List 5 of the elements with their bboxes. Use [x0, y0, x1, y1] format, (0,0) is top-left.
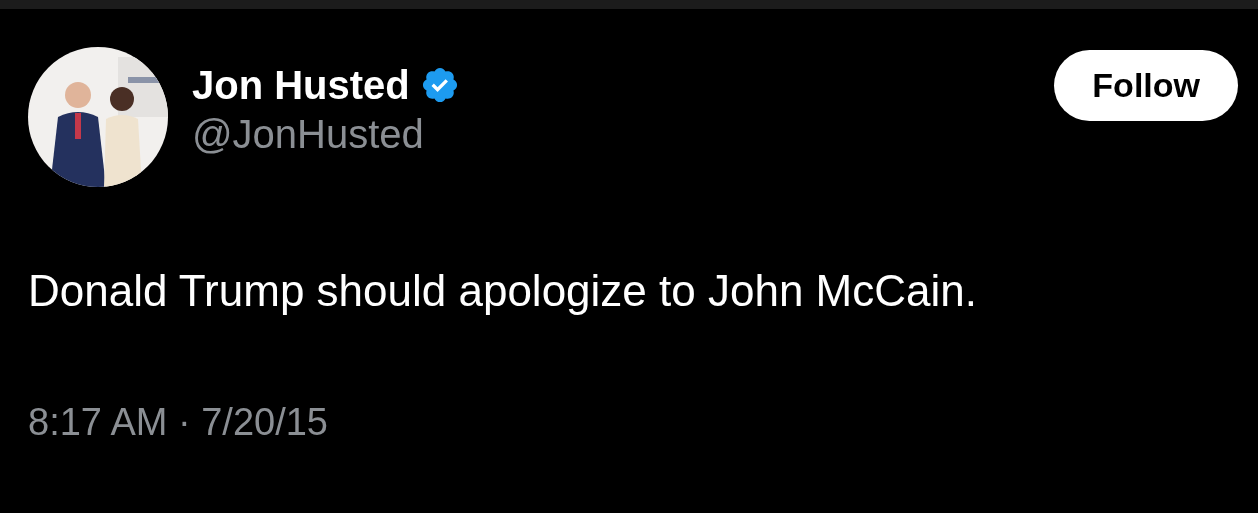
author-name: Jon Husted	[192, 62, 410, 109]
author-handle: @JonHusted	[192, 111, 425, 158]
tweet-timestamp: 8:17 AM · 7/20/15	[28, 400, 328, 445]
follow-button[interactable]: Follow	[1054, 50, 1238, 121]
tweet-text: Donald Trump should apologize to John McCain.	[28, 265, 978, 317]
